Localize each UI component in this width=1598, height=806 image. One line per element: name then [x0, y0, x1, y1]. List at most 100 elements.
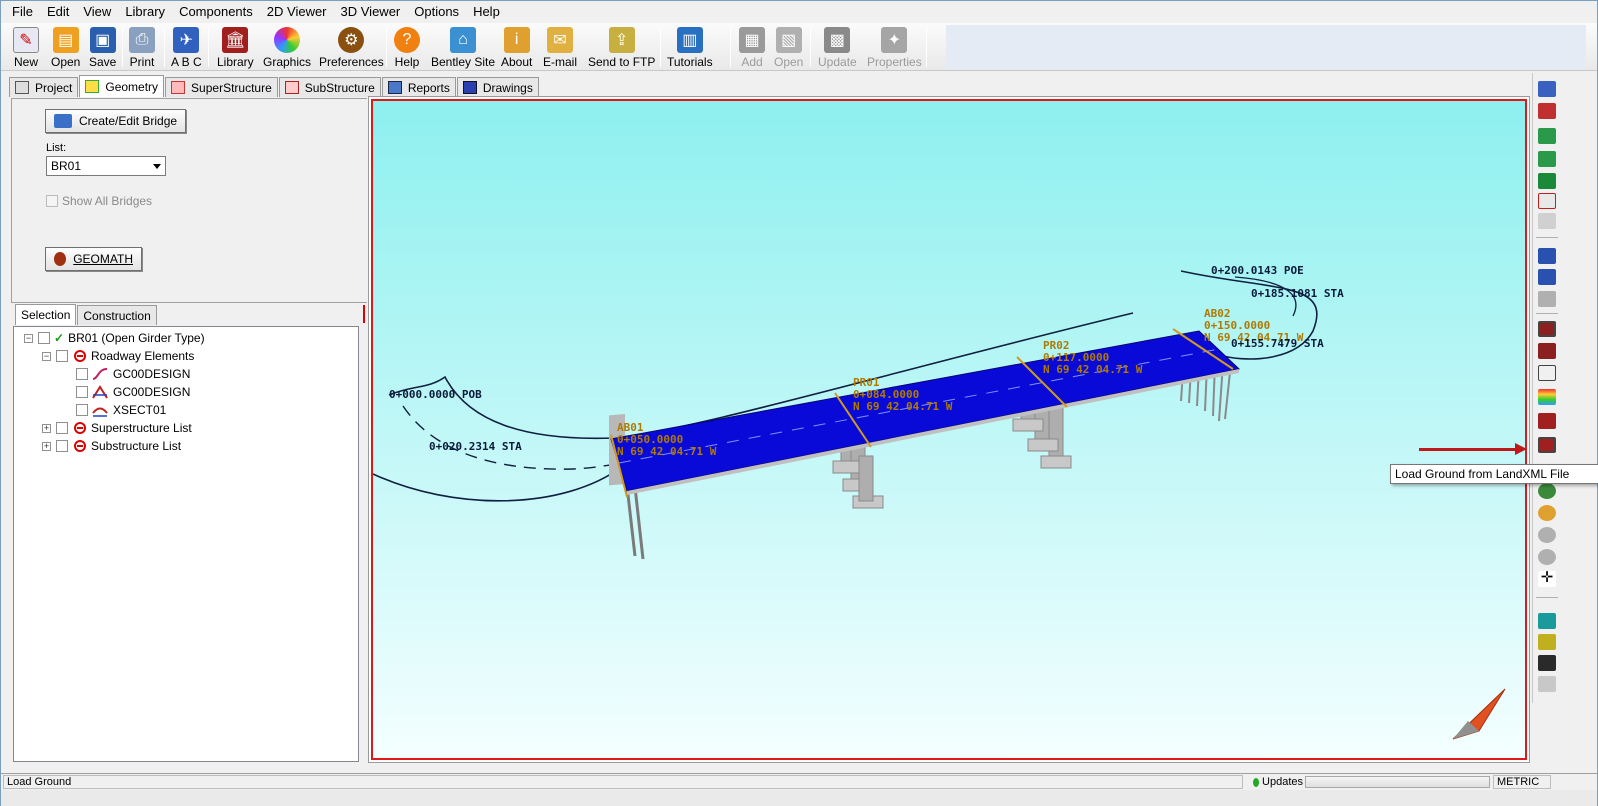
checkbox-icon[interactable] — [76, 368, 88, 380]
view-plan-icon[interactable] — [1538, 151, 1556, 167]
expand-icon[interactable]: + — [42, 423, 51, 433]
zoom-out-icon[interactable] — [1538, 549, 1556, 565]
toolbar-separator — [208, 27, 209, 67]
menu-options[interactable]: Options — [407, 1, 466, 23]
send-ftp-button[interactable]: ⇪ Send to FTP — [586, 25, 657, 69]
deck-layer-icon[interactable] — [1538, 248, 1556, 264]
open-component-button[interactable]: ▧ Open — [772, 25, 805, 69]
shaded-render-icon[interactable] — [1538, 343, 1556, 359]
tab-geometry[interactable]: Geometry — [79, 75, 165, 97]
view-elevation-icon[interactable] — [1538, 173, 1556, 189]
girder-layer-icon[interactable] — [1538, 269, 1556, 285]
preferences-button[interactable]: ⚙ Preferences — [317, 25, 386, 69]
properties-button[interactable]: ✦ Properties — [865, 25, 924, 69]
gc00design-2-label: GC00DESIGN — [113, 385, 191, 399]
checkbox-icon[interactable] — [56, 440, 68, 452]
color-legend-icon[interactable] — [1538, 389, 1556, 405]
terrain-layers-icon[interactable] — [1538, 413, 1556, 429]
create-edit-bridge-button[interactable]: Create/Edit Bridge — [45, 109, 187, 133]
pan-icon[interactable]: ✛ — [1538, 570, 1556, 587]
checkbox-icon[interactable] — [76, 386, 88, 398]
bridge-list-value: BR01 — [51, 159, 82, 173]
3d-viewer[interactable]: 0+000.0000 POB 0+020.2314 STA AB01 0+050… — [368, 96, 1530, 763]
export-dgn-icon[interactable] — [1538, 655, 1556, 671]
geomath-icon — [54, 252, 67, 266]
menu-3d-viewer[interactable]: 3D Viewer — [334, 1, 408, 23]
bridge-list-select[interactable]: BR01 — [46, 156, 166, 176]
about-button[interactable]: i About — [499, 25, 534, 69]
open-button[interactable]: ▤ Open — [49, 25, 82, 69]
load-ground-icon[interactable] — [1538, 437, 1556, 453]
tree-item-gc00design-2[interactable]: GC00DESIGN — [76, 383, 190, 401]
rotate-icon[interactable] — [1538, 483, 1556, 499]
update-button[interactable]: ▩ Update — [816, 25, 859, 69]
tree-item-superstructure-list[interactable]: + Superstructure List — [42, 419, 192, 437]
export-blank-icon[interactable] — [1538, 676, 1556, 692]
bentley-site-button[interactable]: ⌂ Bentley Site — [429, 25, 497, 69]
tree-item-xsect01[interactable]: XSECT01 — [76, 401, 166, 419]
tree-root-br01[interactable]: − ✓ BR01 (Open Girder Type) — [24, 329, 205, 347]
tab-construction[interactable]: Construction — [77, 305, 157, 325]
checkbox-icon[interactable] — [38, 332, 50, 344]
checkbox-icon[interactable] — [76, 404, 88, 416]
menu-2d-viewer[interactable]: 2D Viewer — [260, 1, 334, 23]
print-button[interactable]: ⎙ Print — [127, 25, 157, 69]
new-button[interactable]: ✎ New — [11, 25, 41, 69]
view-front-icon[interactable] — [1538, 103, 1556, 119]
help-button[interactable]: ? Help — [392, 25, 422, 69]
show-all-bridges-checkbox[interactable]: Show All Bridges — [46, 194, 152, 208]
tree-item-gc00design-1[interactable]: GC00DESIGN — [76, 365, 190, 383]
expand-icon[interactable]: + — [42, 441, 51, 451]
copy-view-icon[interactable] — [1538, 291, 1556, 307]
add-button[interactable]: ▦ Add — [737, 25, 767, 69]
solid-render-icon[interactable] — [1538, 321, 1556, 337]
export-dxf-icon[interactable] — [1538, 613, 1556, 629]
tab-reports[interactable]: Reports — [381, 77, 456, 97]
tab-project[interactable]: Project — [9, 77, 79, 97]
updates-indicator[interactable]: Updates — [1253, 775, 1303, 789]
geomath-button[interactable]: GEOMATH — [45, 247, 142, 271]
add-component-icon: ▦ — [739, 27, 765, 53]
tree-item-roadway-elements[interactable]: − Roadway Elements — [42, 347, 194, 365]
save-button[interactable]: ▣ Save — [87, 25, 118, 69]
tab-selection[interactable]: Selection — [15, 304, 77, 325]
roadway-elements-label: Roadway Elements — [91, 349, 195, 363]
collapse-icon[interactable]: − — [24, 333, 33, 343]
color-wheel-icon — [274, 27, 301, 53]
email-button[interactable]: ✉ E-mail — [541, 25, 579, 69]
tab-substructure[interactable]: SubStructure — [278, 77, 381, 97]
view-iso-icon[interactable] — [1538, 193, 1556, 209]
tutorials-button[interactable]: ▥ Tutorials — [665, 25, 715, 69]
tab-drawings[interactable]: Drawings — [456, 77, 539, 97]
menu-components[interactable]: Components — [172, 1, 260, 23]
graphics-button[interactable]: Graphics — [261, 25, 313, 69]
label-sta-185: 0+185.1081 STA — [1251, 287, 1344, 300]
status-message: Load Ground — [3, 775, 1243, 789]
wireframe-icon[interactable] — [1538, 365, 1556, 381]
menu-edit[interactable]: Edit — [40, 1, 76, 23]
menu-view[interactable]: View — [76, 1, 118, 23]
3d-viewport[interactable]: 0+000.0000 POB 0+020.2314 STA AB01 0+050… — [371, 99, 1527, 760]
web-site-icon: ⌂ — [450, 27, 477, 53]
bridge-abc-icon: ✈ — [173, 27, 200, 53]
tab-superstructure[interactable]: SuperStructure — [165, 77, 278, 97]
tutorial-book-icon: ▥ — [676, 27, 703, 53]
label-sta-155: 0+155.7479 STA — [1231, 337, 1324, 350]
checkbox-icon[interactable] — [56, 350, 68, 362]
view-side-icon[interactable] — [1538, 128, 1556, 144]
menu-file[interactable]: File — [5, 1, 40, 23]
zoom-in-icon[interactable] — [1538, 527, 1556, 543]
export-rdf-icon[interactable] — [1538, 634, 1556, 650]
tab-superstructure-label: SuperStructure — [191, 80, 272, 95]
checkbox-icon[interactable] — [56, 422, 68, 434]
menu-library[interactable]: Library — [118, 1, 172, 23]
collapse-icon[interactable]: − — [42, 351, 51, 361]
menu-help[interactable]: Help — [466, 1, 507, 23]
fit-view-icon[interactable] — [1538, 213, 1556, 229]
tree-item-substructure-list[interactable]: + Substructure List — [42, 437, 181, 455]
library-button[interactable]: 🏛 Library — [215, 25, 256, 69]
zoom-window-icon[interactable] — [1538, 505, 1556, 521]
abc-button[interactable]: ✈ A B C — [169, 25, 204, 69]
label-pr01-bearing: N 69 42 04.71 W — [853, 400, 953, 413]
view-top-icon[interactable] — [1538, 81, 1556, 97]
